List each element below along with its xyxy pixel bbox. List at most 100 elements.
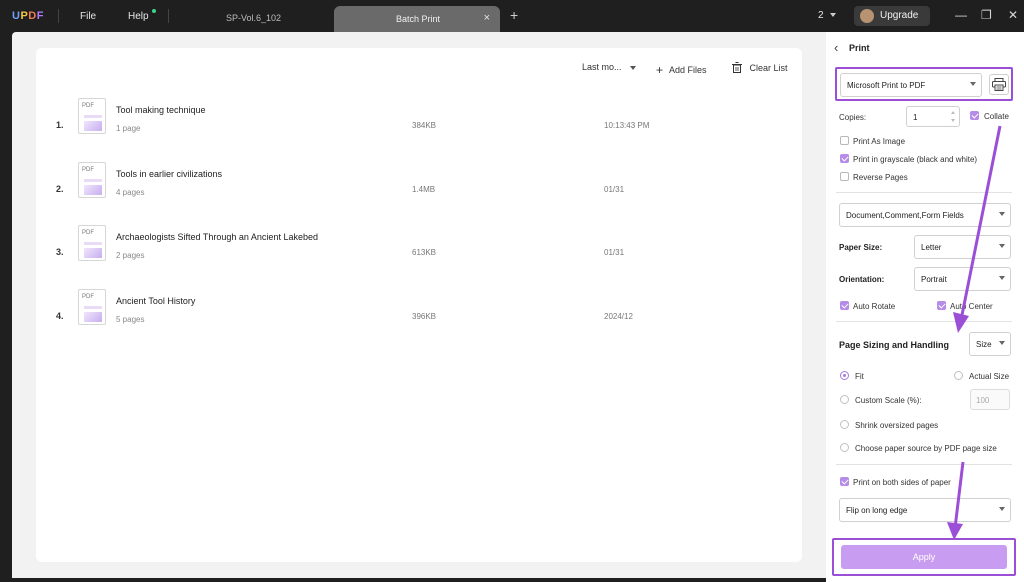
file-row[interactable]: 1. PDF Tool making technique 1 page 384K… [36, 96, 802, 160]
stepper-down-icon[interactable] [951, 119, 955, 122]
content-value: Document,Comment,Form Fields [846, 211, 964, 220]
custom-scale-input[interactable]: 100 [970, 389, 1010, 410]
pdf-icon-text: PDF [82, 167, 94, 173]
choose-source-label: Choose paper source by PDF page size [855, 444, 997, 453]
custom-scale-radio[interactable] [840, 395, 849, 404]
window-count-dropdown[interactable]: 2 [818, 10, 837, 21]
shrink-radio[interactable] [840, 420, 849, 429]
content-select[interactable]: Document,Comment,Form Fields [839, 203, 1011, 227]
file-size: 396KB [412, 312, 437, 321]
actual-size-radio[interactable] [954, 371, 963, 380]
file-size: 1.4MB [412, 185, 436, 194]
file-title: Tool making technique [116, 105, 206, 115]
pdf-file-icon: PDF [78, 225, 106, 261]
menu-file[interactable]: File [80, 11, 96, 22]
choose-source-radio[interactable] [840, 443, 849, 452]
auto-center-checkbox[interactable] [937, 301, 946, 310]
file-date: 01/31 [604, 185, 625, 194]
avatar [860, 9, 874, 23]
pdf-file-icon: PDF [78, 289, 106, 325]
file-date: 10:13:43 PM [604, 121, 650, 130]
divider [836, 321, 1012, 322]
collate-checkbox[interactable] [970, 111, 979, 120]
orientation-label: Orientation: [839, 275, 885, 284]
print-grayscale-checkbox[interactable] [840, 154, 849, 163]
orientation-value: Portrait [921, 275, 947, 284]
file-row[interactable]: 3. PDF Archaeologists Sifted Through an … [36, 223, 802, 287]
shrink-label: Shrink oversized pages [855, 421, 939, 430]
tab-close-icon[interactable]: × [484, 12, 490, 24]
pdf-icon-text: PDF [82, 294, 94, 300]
plus-icon: + [656, 63, 664, 77]
pdf-icon-text: PDF [82, 103, 94, 109]
title-divider [168, 9, 169, 23]
reverse-pages-label: Reverse Pages [853, 173, 908, 182]
flip-select[interactable]: Flip on long edge [839, 498, 1011, 522]
sort-label: Last mo... [582, 62, 622, 72]
auto-rotate-checkbox[interactable] [840, 301, 849, 310]
custom-scale-value: 100 [976, 396, 990, 405]
close-icon[interactable]: ✕ [1008, 8, 1018, 22]
page-sizing-label: Page Sizing and Handling [839, 340, 950, 350]
both-sides-checkbox[interactable] [840, 477, 849, 486]
row-number: 2. [56, 184, 64, 194]
apply-highlight-box [832, 538, 1016, 576]
copies-value: 1 [913, 113, 918, 122]
paper-size-label: Paper Size: [839, 243, 883, 252]
paper-size-select[interactable]: Letter [914, 235, 1011, 259]
file-title: Archaeologists Sifted Through an Ancient… [116, 232, 318, 242]
trash-icon [732, 62, 742, 73]
upgrade-button[interactable]: Upgrade [854, 6, 930, 26]
stepper-up-icon[interactable] [951, 111, 955, 114]
print-as-image-label: Print As Image [853, 137, 906, 146]
new-tab-icon[interactable]: + [510, 7, 518, 23]
clear-list-label: Clear List [749, 63, 788, 73]
both-sides-label: Print on both sides of paper [853, 478, 951, 487]
clear-list-button[interactable]: Clear List [732, 62, 788, 73]
tab-batch-print[interactable]: Batch Print × [334, 6, 500, 32]
window-count: 2 [818, 10, 824, 21]
divider [836, 192, 1012, 193]
copies-label: Copies: [839, 113, 867, 122]
title-divider [58, 9, 59, 23]
fit-radio[interactable] [840, 371, 849, 380]
panel-title: Print [849, 43, 870, 53]
file-size: 384KB [412, 121, 437, 130]
minimize-icon[interactable]: — [955, 8, 967, 22]
print-as-image-checkbox[interactable] [840, 136, 849, 145]
restore-icon[interactable]: ❐ [981, 8, 992, 22]
upgrade-label: Upgrade [880, 10, 919, 21]
file-title: Tools in earlier civilizations [116, 169, 223, 179]
row-number: 1. [56, 120, 64, 130]
pdf-file-icon: PDF [78, 162, 106, 198]
file-row[interactable]: 4. PDF Ancient Tool History 5 pages 396K… [36, 287, 802, 351]
file-row[interactable]: 2. PDF Tools in earlier civilizations 4 … [36, 160, 802, 224]
chevron-down-icon [999, 507, 1005, 511]
pdf-file-icon: PDF [78, 98, 106, 134]
reverse-pages-checkbox[interactable] [840, 172, 849, 181]
orientation-select[interactable]: Portrait [914, 267, 1011, 291]
help-notification-dot [152, 9, 156, 13]
print-grayscale-label: Print in grayscale (black and white) [853, 155, 978, 164]
file-title: Ancient Tool History [116, 296, 196, 306]
file-pages: 5 pages [116, 315, 145, 324]
add-files-button[interactable]: + Add Files [656, 62, 707, 77]
file-pages: 4 pages [116, 188, 145, 197]
fit-label: Fit [855, 372, 864, 381]
chevron-down-icon [999, 212, 1005, 216]
copies-input[interactable]: 1 [906, 106, 960, 127]
file-date: 01/31 [604, 248, 625, 257]
actual-size-label: Actual Size [969, 372, 1010, 381]
printer-highlight-box [835, 67, 1013, 101]
file-date: 2024/12 [604, 312, 633, 321]
collate-label: Collate [984, 112, 1009, 121]
file-size: 613KB [412, 248, 437, 257]
auto-center-label: Auto Center [950, 302, 993, 311]
back-icon[interactable]: ‹ [834, 40, 838, 55]
sort-dropdown[interactable]: Last mo... [582, 62, 637, 72]
tab-sp-vol[interactable]: SP-Vol.6_102 [226, 13, 281, 23]
menu-help[interactable]: Help [128, 11, 149, 22]
page-sizing-select[interactable]: Size [969, 332, 1011, 356]
chevron-down-icon [630, 65, 637, 70]
updf-logo: UPDF [12, 10, 44, 22]
